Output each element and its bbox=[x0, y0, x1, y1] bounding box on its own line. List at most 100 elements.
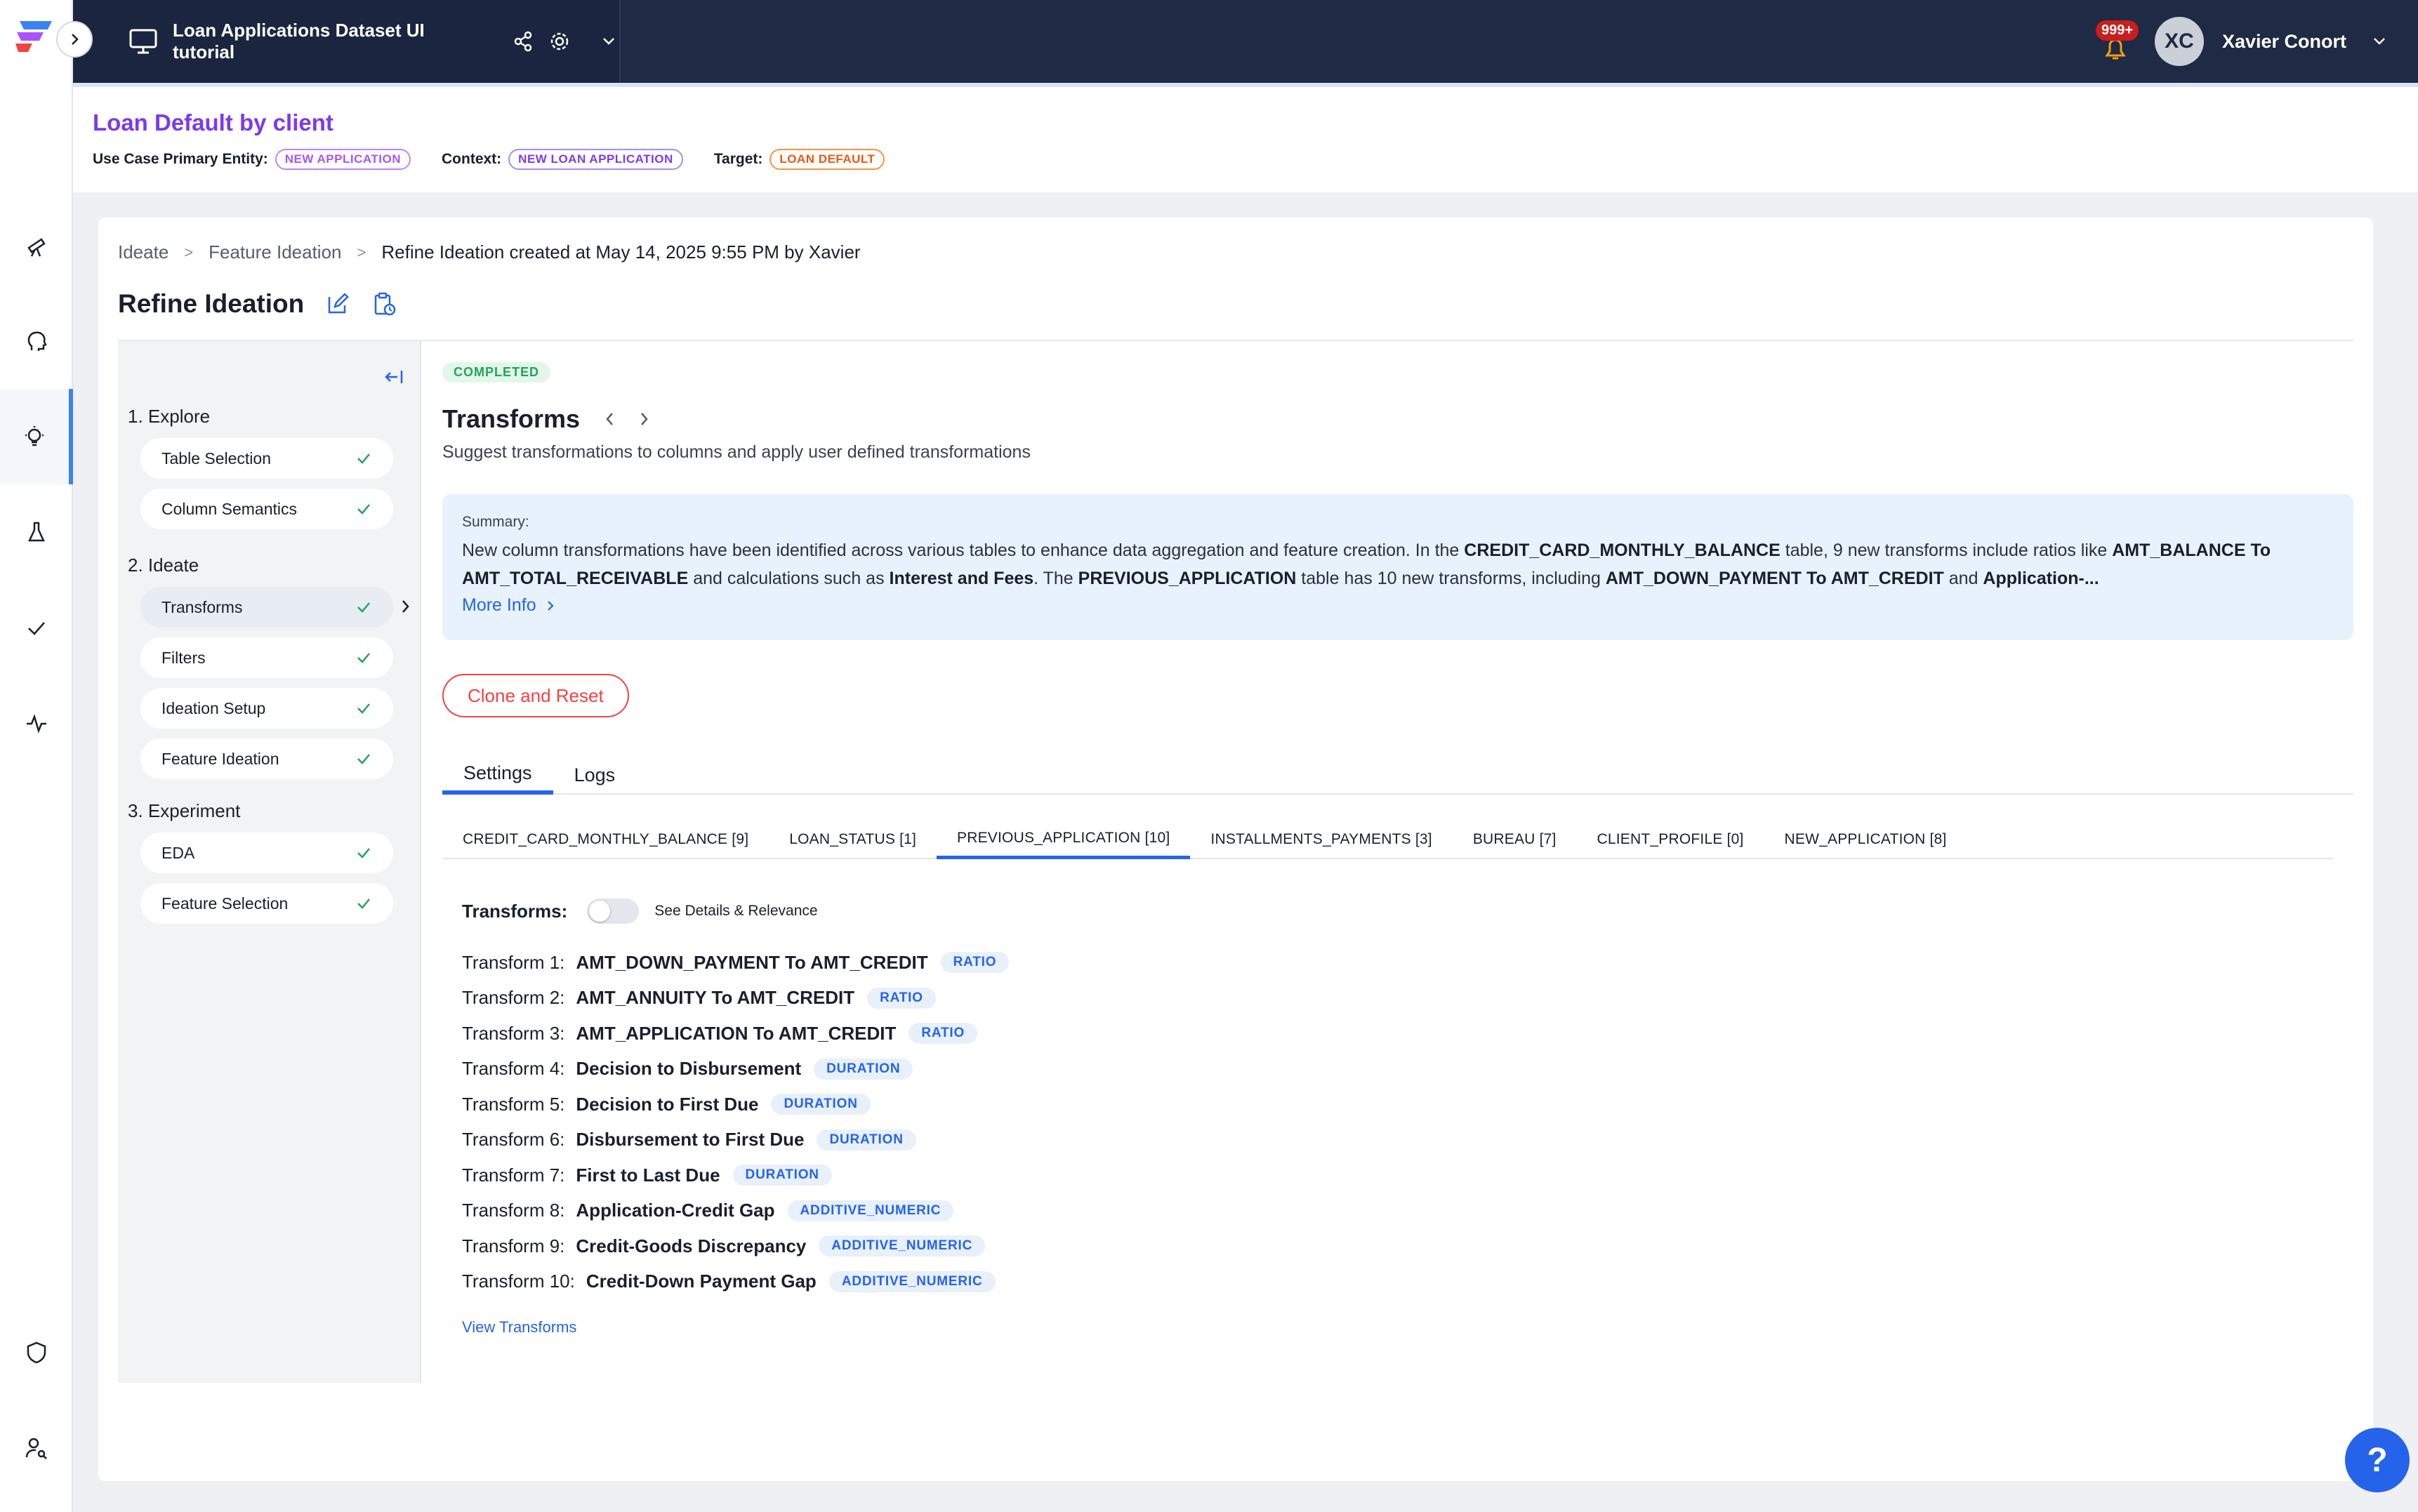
toggle-label: See Details & Relevance bbox=[654, 903, 818, 919]
transform-type-badge: RATIO bbox=[909, 1023, 978, 1045]
expand-sidebar-button[interactable] bbox=[56, 21, 93, 58]
section-title: Transforms bbox=[442, 404, 581, 433]
nav-governance[interactable] bbox=[0, 1307, 73, 1398]
nav-experiment[interactable] bbox=[0, 484, 73, 580]
nav-monitor[interactable] bbox=[0, 675, 73, 771]
collapse-panel-icon[interactable] bbox=[382, 365, 406, 389]
share-icon[interactable] bbox=[513, 31, 534, 52]
step-table-selection[interactable]: Table Selection bbox=[140, 438, 393, 479]
chevron-right-icon bbox=[402, 600, 409, 613]
use-case-title[interactable]: Loan Default by client bbox=[93, 110, 333, 136]
tab-logs[interactable]: Logs bbox=[553, 755, 637, 795]
check-icon bbox=[357, 453, 370, 464]
step-column-semantics[interactable]: Column Semantics bbox=[140, 489, 393, 529]
clone-and-reset-button[interactable]: Clone and Reset bbox=[442, 674, 629, 717]
step-transforms[interactable]: Transforms bbox=[140, 587, 393, 628]
nav-validate[interactable] bbox=[0, 580, 73, 675]
chevron-down-icon[interactable] bbox=[598, 31, 619, 52]
list-item: Transform 9: Credit-Goods Discrepancy ADDI… bbox=[462, 1228, 1009, 1264]
breadcrumb-feature-ideation[interactable]: Feature Ideation bbox=[209, 241, 341, 263]
table-tab-previous-application[interactable]: PREVIOUS_APPLICATION [10] bbox=[937, 820, 1191, 859]
check-icon bbox=[357, 848, 370, 858]
list-item: Transform 7: First to Last Due DURATION bbox=[462, 1158, 1009, 1193]
chevron-right-icon bbox=[547, 600, 554, 611]
shield-icon bbox=[27, 1341, 46, 1364]
table-tab-credit-card-monthly-balance[interactable]: CREDIT_CARD_MONTHLY_BALANCE [9] bbox=[442, 820, 769, 859]
section-description: Suggest transformations to columns and a… bbox=[442, 442, 1031, 462]
nav-ideate[interactable] bbox=[0, 389, 73, 484]
step-group-explore: 1. Explore bbox=[128, 406, 211, 427]
tab-settings[interactable]: Settings bbox=[442, 755, 553, 795]
more-info-link[interactable]: More Info bbox=[462, 595, 2334, 616]
app-logo-icon[interactable] bbox=[14, 17, 56, 56]
transform-type-badge: DURATION bbox=[817, 1129, 916, 1150]
check-icon bbox=[357, 602, 370, 613]
chevron-right-icon[interactable] bbox=[635, 410, 653, 428]
monitor-icon bbox=[129, 29, 157, 54]
transform-type-badge: ADDITIVE_NUMERIC bbox=[819, 1235, 986, 1257]
user-search-icon bbox=[25, 1438, 47, 1459]
top-bar: Loan Applications Dataset UI tutorial 99… bbox=[73, 0, 2418, 83]
notification-badge: 999+ bbox=[2095, 20, 2139, 41]
primary-entity-badge: NEW APPLICATION bbox=[275, 149, 411, 170]
list-item: Transform 6: Disbursement to First Due DUR… bbox=[462, 1122, 1009, 1158]
notifications-button[interactable]: 999+ bbox=[2094, 20, 2139, 62]
context-badge: NEW LOAN APPLICATION bbox=[508, 149, 683, 170]
step-ideation-setup[interactable]: Ideation Setup bbox=[140, 688, 393, 729]
telescope-icon bbox=[27, 238, 46, 257]
nav-user-search[interactable] bbox=[0, 1402, 73, 1494]
check-icon bbox=[357, 754, 370, 764]
main-card: Ideate > Feature Ideation > Refine Ideat… bbox=[98, 218, 2373, 1481]
user-name[interactable]: Xavier Conort bbox=[2222, 31, 2346, 53]
step-feature-ideation[interactable]: Feature Ideation bbox=[140, 738, 393, 779]
breadcrumb-separator: > bbox=[184, 243, 194, 261]
step-label: Feature Selection bbox=[161, 894, 289, 913]
activity-icon bbox=[27, 714, 46, 734]
chevron-left-icon[interactable] bbox=[601, 410, 619, 428]
help-button[interactable]: ? bbox=[2345, 1428, 2410, 1492]
nav-brain[interactable] bbox=[0, 293, 73, 389]
section-title-row: Transforms bbox=[442, 404, 653, 434]
clipboard-clock-icon[interactable] bbox=[371, 291, 397, 317]
summary-label: Summary: bbox=[462, 514, 529, 530]
check-icon bbox=[357, 653, 370, 663]
step-label: EDA bbox=[161, 843, 195, 862]
divider bbox=[118, 340, 2353, 341]
step-label: Table Selection bbox=[161, 449, 271, 467]
table-tab-client-profile[interactable]: CLIENT_PROFILE [0] bbox=[1577, 820, 1764, 859]
left-rail bbox=[0, 0, 93, 1512]
details-relevance-toggle[interactable] bbox=[587, 898, 640, 924]
step-group-ideate: 2. Ideate bbox=[128, 555, 199, 576]
user-menu-chevron-icon[interactable] bbox=[2369, 31, 2390, 52]
step-filters[interactable]: Filters bbox=[140, 637, 393, 678]
table-tab-installments-payments[interactable]: INSTALLMENTS_PAYMENTS [3] bbox=[1190, 820, 1452, 859]
breadcrumb-current: Refine Ideation created at May 14, 2025 … bbox=[381, 241, 861, 263]
step-group-experiment: 3. Experiment bbox=[128, 800, 241, 821]
breadcrumb-ideate[interactable]: Ideate bbox=[118, 241, 169, 263]
breadcrumb: Ideate > Feature Ideation > Refine Ideat… bbox=[118, 241, 861, 263]
step-label: Ideation Setup bbox=[161, 698, 266, 717]
toggle-knob bbox=[589, 901, 611, 922]
transform-type-badge: ADDITIVE_NUMERIC bbox=[787, 1200, 954, 1221]
project-selector[interactable]: Loan Applications Dataset UI tutorial bbox=[73, 0, 621, 83]
context-label: Context: bbox=[442, 151, 502, 167]
list-item: Transform 1: AMT_DOWN_PAYMENT To AMT_CRED… bbox=[462, 945, 1010, 981]
edit-icon[interactable] bbox=[325, 291, 350, 317]
nav-telescope[interactable] bbox=[0, 198, 73, 293]
table-tab-new-application[interactable]: NEW_APPLICATION [8] bbox=[1764, 820, 1967, 859]
step-eda[interactable]: EDA bbox=[140, 833, 393, 873]
table-tab-bureau[interactable]: BUREAU [7] bbox=[1453, 820, 1577, 859]
table-tab-loan-status[interactable]: LOAN_STATUS [1] bbox=[769, 820, 937, 859]
transform-type-badge: RATIO bbox=[867, 987, 936, 1009]
summary-text: New column transformations have been ide… bbox=[462, 541, 2271, 588]
transform-type-badge: DURATION bbox=[771, 1094, 871, 1115]
step-feature-selection[interactable]: Feature Selection bbox=[140, 883, 393, 924]
avatar[interactable]: XC bbox=[2154, 17, 2204, 66]
gear-icon[interactable] bbox=[549, 31, 570, 52]
transform-type-badge: RATIO bbox=[940, 952, 1010, 974]
list-item: Transform 5: Decision to First Due DURATIO… bbox=[462, 1087, 1009, 1122]
check-icon bbox=[357, 504, 370, 515]
view-transforms-link[interactable]: View Transforms bbox=[462, 1318, 576, 1337]
list-item: Transform 3: AMT_APPLICATION To AMT_CREDI… bbox=[462, 1016, 1009, 1052]
page-title-row: Refine Ideation bbox=[118, 289, 397, 319]
